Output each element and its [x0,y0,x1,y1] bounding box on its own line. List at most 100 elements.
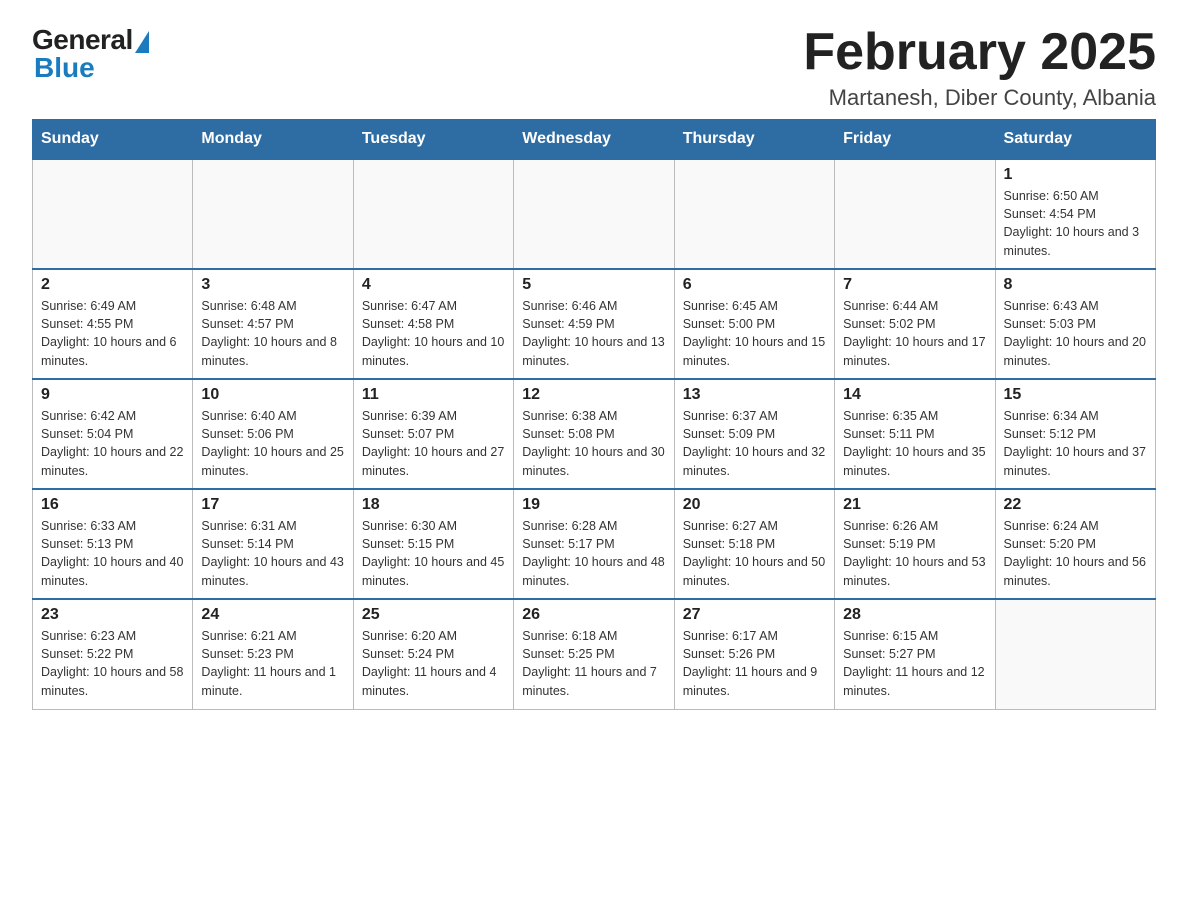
day-number: 4 [362,276,505,294]
calendar-cell: 5 Sunrise: 6:46 AMSunset: 4:59 PMDaylight… [514,269,674,379]
day-number: 28 [843,606,986,624]
day-info: Sunrise: 6:33 AMSunset: 5:13 PMDaylight:… [41,519,183,587]
calendar-cell: 3 Sunrise: 6:48 AMSunset: 4:57 PMDaylight… [193,269,353,379]
day-number: 1 [1004,166,1147,184]
day-info: Sunrise: 6:38 AMSunset: 5:08 PMDaylight:… [522,409,664,477]
column-header-wednesday: Wednesday [514,120,674,160]
column-header-tuesday: Tuesday [353,120,513,160]
day-number: 17 [201,496,344,514]
calendar-cell: 11 Sunrise: 6:39 AMSunset: 5:07 PMDayligh… [353,379,513,489]
calendar-week-row: 16 Sunrise: 6:33 AMSunset: 5:13 PMDayligh… [33,489,1156,599]
calendar-cell [995,599,1155,709]
day-info: Sunrise: 6:39 AMSunset: 5:07 PMDaylight:… [362,409,504,477]
day-info: Sunrise: 6:46 AMSunset: 4:59 PMDaylight:… [522,299,664,367]
day-number: 10 [201,386,344,404]
day-info: Sunrise: 6:44 AMSunset: 5:02 PMDaylight:… [843,299,985,367]
calendar-week-row: 2Sunrise: 6:49 AMSunset: 4:55 PMDaylight… [33,269,1156,379]
day-info: Sunrise: 6:47 AMSunset: 4:58 PMDaylight:… [362,299,504,367]
calendar-week-row: 1 Sunrise: 6:50 AMSunset: 4:54 PMDaylight… [33,159,1156,269]
day-number: 20 [683,496,826,514]
day-info: Sunrise: 6:31 AMSunset: 5:14 PMDaylight:… [201,519,343,587]
title-section: February 2025 Martanesh, Diber County, A… [803,24,1156,111]
month-title: February 2025 [803,24,1156,81]
day-info: Sunrise: 6:24 AMSunset: 5:20 PMDaylight:… [1004,519,1146,587]
day-info: Sunrise: 6:49 AMSunset: 4:55 PMDaylight:… [41,299,177,367]
calendar-cell: 10 Sunrise: 6:40 AMSunset: 5:06 PMDayligh… [193,379,353,489]
day-info: Sunrise: 6:50 AMSunset: 4:54 PMDaylight:… [1004,189,1140,257]
day-info: Sunrise: 6:43 AMSunset: 5:03 PMDaylight:… [1004,299,1146,367]
calendar-cell: 27 Sunrise: 6:17 AMSunset: 5:26 PMDayligh… [674,599,834,709]
day-info: Sunrise: 6:35 AMSunset: 5:11 PMDaylight:… [843,409,985,477]
day-info: Sunrise: 6:42 AMSunset: 5:04 PMDaylight:… [41,409,183,477]
calendar-header-row: SundayMondayTuesdayWednesdayThursdayFrid… [33,120,1156,160]
calendar-cell: 21 Sunrise: 6:26 AMSunset: 5:19 PMDayligh… [835,489,995,599]
day-number: 26 [522,606,665,624]
column-header-saturday: Saturday [995,120,1155,160]
calendar-cell [674,159,834,269]
calendar-cell: 13 Sunrise: 6:37 AMSunset: 5:09 PMDayligh… [674,379,834,489]
day-number: 19 [522,496,665,514]
calendar-cell: 14 Sunrise: 6:35 AMSunset: 5:11 PMDayligh… [835,379,995,489]
day-number: 7 [843,276,986,294]
logo-blue-text: Blue [32,52,95,84]
day-info: Sunrise: 6:18 AMSunset: 5:25 PMDaylight:… [522,629,657,697]
day-number: 3 [201,276,344,294]
calendar-cell: 26 Sunrise: 6:18 AMSunset: 5:25 PMDayligh… [514,599,674,709]
calendar-cell [514,159,674,269]
calendar-cell: 25Sunrise: 6:20 AMSunset: 5:24 PMDayligh… [353,599,513,709]
day-number: 13 [683,386,826,404]
day-number: 5 [522,276,665,294]
logo: General Blue [32,24,149,84]
day-number: 8 [1004,276,1147,294]
calendar-cell: 28 Sunrise: 6:15 AMSunset: 5:27 PMDayligh… [835,599,995,709]
calendar-table: SundayMondayTuesdayWednesdayThursdayFrid… [32,119,1156,710]
day-number: 18 [362,496,505,514]
calendar-week-row: 23 Sunrise: 6:23 AMSunset: 5:22 PMDayligh… [33,599,1156,709]
day-number: 9 [41,386,184,404]
calendar-cell [193,159,353,269]
day-info: Sunrise: 6:37 AMSunset: 5:09 PMDaylight:… [683,409,825,477]
calendar-cell: 6Sunrise: 6:45 AMSunset: 5:00 PMDaylight… [674,269,834,379]
day-info: Sunrise: 6:45 AMSunset: 5:00 PMDaylight:… [683,299,825,367]
day-number: 27 [683,606,826,624]
calendar-cell: 22 Sunrise: 6:24 AMSunset: 5:20 PMDayligh… [995,489,1155,599]
calendar-cell: 12Sunrise: 6:38 AMSunset: 5:08 PMDayligh… [514,379,674,489]
column-header-sunday: Sunday [33,120,193,160]
calendar-cell: 15 Sunrise: 6:34 AMSunset: 5:12 PMDayligh… [995,379,1155,489]
calendar-cell: 7 Sunrise: 6:44 AMSunset: 5:02 PMDaylight… [835,269,995,379]
day-info: Sunrise: 6:48 AMSunset: 4:57 PMDaylight:… [201,299,337,367]
day-info: Sunrise: 6:20 AMSunset: 5:24 PMDaylight:… [362,629,497,697]
day-info: Sunrise: 6:34 AMSunset: 5:12 PMDaylight:… [1004,409,1146,477]
logo-triangle-icon [135,31,149,53]
column-header-monday: Monday [193,120,353,160]
page-header: General Blue February 2025 Martanesh, Di… [32,24,1156,111]
location-text: Martanesh, Diber County, Albania [803,85,1156,111]
day-info: Sunrise: 6:28 AMSunset: 5:17 PMDaylight:… [522,519,664,587]
day-info: Sunrise: 6:40 AMSunset: 5:06 PMDaylight:… [201,409,343,477]
column-header-thursday: Thursday [674,120,834,160]
day-number: 24 [201,606,344,624]
day-number: 14 [843,386,986,404]
calendar-cell [835,159,995,269]
calendar-cell [353,159,513,269]
calendar-cell: 18 Sunrise: 6:30 AMSunset: 5:15 PMDayligh… [353,489,513,599]
calendar-cell: 19 Sunrise: 6:28 AMSunset: 5:17 PMDayligh… [514,489,674,599]
day-info: Sunrise: 6:15 AMSunset: 5:27 PMDaylight:… [843,629,985,697]
day-info: Sunrise: 6:27 AMSunset: 5:18 PMDaylight:… [683,519,825,587]
day-number: 22 [1004,496,1147,514]
day-number: 23 [41,606,184,624]
calendar-week-row: 9 Sunrise: 6:42 AMSunset: 5:04 PMDaylight… [33,379,1156,489]
calendar-cell: 8 Sunrise: 6:43 AMSunset: 5:03 PMDaylight… [995,269,1155,379]
calendar-cell: 4 Sunrise: 6:47 AMSunset: 4:58 PMDaylight… [353,269,513,379]
day-info: Sunrise: 6:17 AMSunset: 5:26 PMDaylight:… [683,629,818,697]
day-info: Sunrise: 6:26 AMSunset: 5:19 PMDaylight:… [843,519,985,587]
day-number: 16 [41,496,184,514]
day-number: 21 [843,496,986,514]
calendar-cell: 17 Sunrise: 6:31 AMSunset: 5:14 PMDayligh… [193,489,353,599]
day-info: Sunrise: 6:30 AMSunset: 5:15 PMDaylight:… [362,519,504,587]
day-info: Sunrise: 6:21 AMSunset: 5:23 PMDaylight:… [201,629,336,697]
calendar-cell: 1 Sunrise: 6:50 AMSunset: 4:54 PMDaylight… [995,159,1155,269]
day-info: Sunrise: 6:23 AMSunset: 5:22 PMDaylight:… [41,629,183,697]
day-number: 11 [362,386,505,404]
day-number: 15 [1004,386,1147,404]
